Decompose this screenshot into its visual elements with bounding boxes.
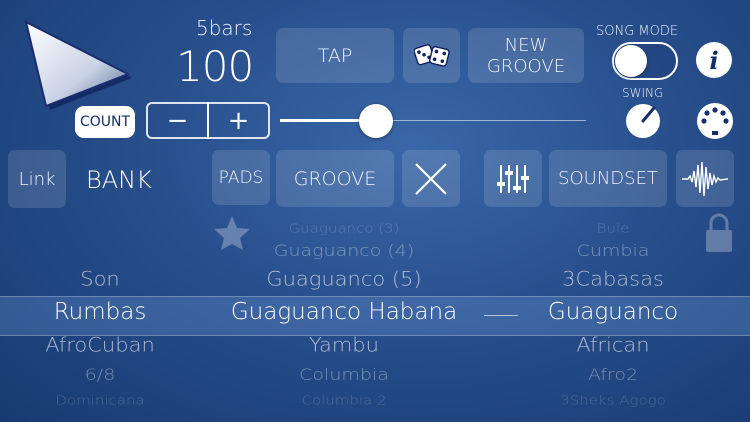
picker-item[interactable]: Guaguanco (3) — [289, 220, 400, 235]
mixer-button[interactable] — [484, 150, 542, 207]
tempo-slider-track — [375, 120, 586, 121]
picker-item[interactable]: Yambu — [309, 334, 379, 357]
picker-item[interactable]: Dominicana — [55, 392, 144, 407]
picker-item[interactable]: 3Sheks Agogo — [560, 392, 666, 407]
groove-button[interactable]: GROOVE — [276, 150, 394, 207]
pads-button[interactable]: PADS — [212, 150, 270, 205]
waveform-icon — [682, 161, 728, 196]
plus-label: + — [227, 105, 250, 136]
soundset-button[interactable]: SOUNDSET — [549, 150, 667, 207]
picker-item[interactable]: Guaguanco — [548, 299, 678, 325]
new-groove-label: NEW GROOVE — [486, 34, 566, 77]
mixer-sliders-icon — [497, 164, 529, 193]
picker-item[interactable]: Guaguanco (4) — [274, 241, 415, 260]
picker-item[interactable]: Bule — [597, 220, 630, 235]
picker-item[interactable]: African — [576, 334, 649, 357]
picker-item[interactable]: Son — [80, 268, 120, 291]
swing-knob-icon — [626, 104, 660, 138]
waveform-button[interactable] — [676, 150, 734, 207]
song-mode-toggle-knob — [615, 45, 647, 77]
picker-item[interactable]: AfroCuban — [45, 334, 155, 357]
play-button[interactable] — [14, 14, 136, 114]
close-button[interactable] — [402, 150, 460, 207]
tempo-slider-knob[interactable] — [358, 104, 393, 138]
picker-item[interactable]: 3Cabasas — [562, 268, 664, 291]
count-label: COUNT — [79, 114, 131, 130]
swing-label: SWING — [622, 86, 664, 100]
picker-item[interactable]: Guaguanco (5) — [266, 268, 421, 291]
picker-item[interactable]: Columbia 2 — [301, 392, 386, 407]
tempo-minus-button[interactable]: − — [146, 102, 209, 139]
tap-button[interactable]: TAP — [276, 28, 394, 83]
picker-item[interactable]: Afro2 — [588, 365, 638, 384]
bank-label: BANK — [86, 166, 152, 194]
info-icon: i — [709, 45, 719, 75]
link-button[interactable]: Link — [8, 150, 66, 208]
picker-item[interactable]: Cumbia — [577, 241, 650, 260]
picker-column-groove[interactable]: Guaguanco (3) Guaguanco (4) Guaguanco (5) G… — [210, 208, 480, 422]
midi-button[interactable] — [696, 102, 734, 140]
new-groove-button[interactable]: NEW GROOVE — [468, 28, 584, 83]
dice-icon — [413, 43, 450, 67]
midi-connector-icon — [697, 103, 733, 139]
tempo-plus-button[interactable]: + — [207, 102, 270, 139]
close-x-icon — [415, 162, 447, 195]
count-button[interactable]: COUNT — [75, 106, 135, 138]
picker-item[interactable]: Rumbas — [54, 299, 147, 325]
bars-label: 5bars — [196, 16, 253, 40]
picker-item[interactable]: 6/8 — [85, 365, 116, 384]
picker-item[interactable]: Columbia — [299, 365, 389, 384]
swing-knob[interactable] — [624, 102, 662, 140]
tempo-slider[interactable] — [280, 104, 586, 138]
tempo-display[interactable]: 100 — [176, 42, 254, 91]
song-mode-label: SONG MODE — [596, 24, 679, 39]
picker-column-bank[interactable]: Son Rumbas AfroCuban 6/8 Dominicana — [0, 208, 210, 422]
info-button[interactable]: i — [696, 42, 732, 78]
minus-label: − — [166, 105, 189, 136]
randomize-button[interactable] — [403, 28, 460, 83]
picker-column-style[interactable]: Bule Cumbia 3Cabasas Guaguanco African Afro2 3… — [490, 208, 710, 422]
play-triangle-icon — [24, 20, 132, 110]
picker-item[interactable]: Guaguanco Habana — [231, 299, 457, 325]
song-mode-toggle[interactable] — [612, 42, 678, 80]
